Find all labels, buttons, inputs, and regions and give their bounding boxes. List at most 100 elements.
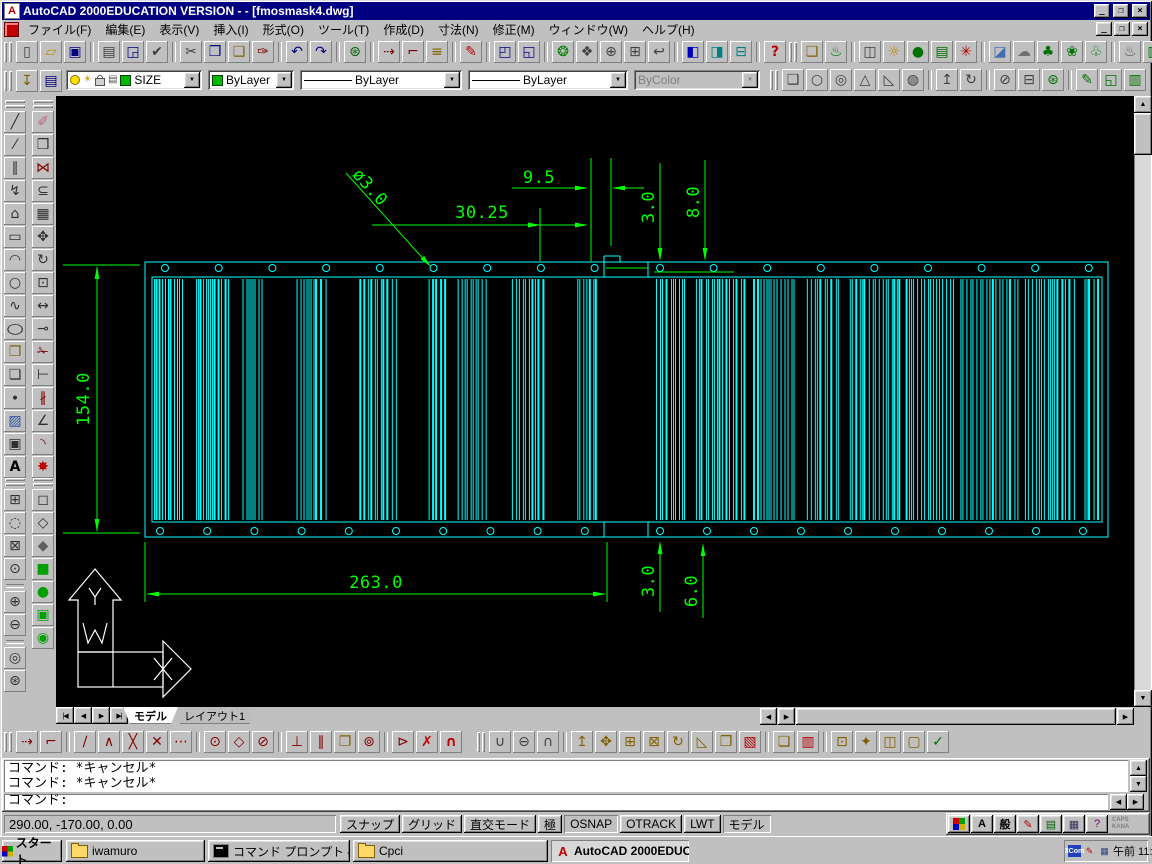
command-input[interactable]: コマンド: — [4, 794, 1108, 810]
new-button[interactable]: ▯ — [16, 41, 38, 63]
menu-item-5[interactable]: ツール(T) — [311, 20, 376, 39]
solid-wedge-button[interactable]: ◺ — [878, 69, 900, 91]
snap-midpoint-button[interactable]: ∧ — [98, 731, 120, 753]
materials-button[interactable]: ● — [907, 41, 929, 63]
landscape-edit-button[interactable]: ❀ — [1061, 41, 1083, 63]
designcenter-button[interactable]: ◧ — [682, 41, 704, 63]
3d-orbit-button[interactable]: ❂ — [552, 41, 574, 63]
flat-shaded-button[interactable]: ■ — [32, 558, 54, 580]
gouraud-shaded-button[interactable]: ● — [32, 581, 54, 603]
snap-endpoint-button[interactable]: ∕ — [74, 731, 96, 753]
clean-button[interactable]: ✦ — [855, 731, 877, 753]
lights-button[interactable]: ☼ — [883, 41, 905, 63]
snap-intersection-button[interactable]: ╳ — [122, 731, 144, 753]
hscroll-right-button[interactable]: ▶ — [1117, 708, 1134, 725]
toggle-lwt[interactable]: LWT — [684, 815, 720, 833]
zoom-previous-button[interactable]: ↩ — [648, 41, 670, 63]
solids-toolbar-grip[interactable] — [770, 70, 779, 90]
toggle-snap[interactable]: スナップ — [340, 815, 400, 833]
command-history[interactable]: コマンド: *キャンセル*コマンド: *キャンセル* — [4, 760, 1128, 792]
match-properties-button[interactable]: ✑ — [252, 41, 274, 63]
lengthen-button[interactable]: ⊸ — [32, 318, 54, 340]
make-block-button[interactable]: ❏ — [4, 364, 26, 386]
task-autocad[interactable]: AAutoCAD 2000EDUC... — [551, 840, 689, 862]
zoom-window-button[interactable]: ⊞ — [4, 489, 26, 511]
setup-profile-button[interactable]: ▥ — [1124, 69, 1146, 91]
line-button[interactable]: ╱ — [4, 111, 26, 133]
separate-button[interactable]: ◫ — [879, 731, 901, 753]
tab-layout1[interactable]: レイアウト1 — [173, 707, 256, 724]
delete-faces-button[interactable]: ⊠ — [643, 731, 665, 753]
offset-faces-button[interactable]: ⊞ — [619, 731, 641, 753]
snap-nearest-button[interactable]: ⊳ — [392, 731, 414, 753]
snap-parallel-button[interactable]: ∥ — [310, 731, 332, 753]
network-3com-icon[interactable]: 3Com — [1068, 845, 1081, 857]
background-button[interactable]: ◪ — [989, 41, 1011, 63]
zoom-toolbar-grip[interactable] — [5, 478, 25, 487]
ime-palette-button[interactable] — [948, 815, 970, 833]
spline-button[interactable]: ∿ — [4, 295, 26, 317]
arc-button[interactable]: ◠ — [4, 249, 26, 271]
print-preview-button[interactable]: ◲ — [122, 41, 144, 63]
first-tab-button[interactable]: |◀ — [56, 707, 74, 724]
snap-center-button[interactable]: ⊙ — [204, 731, 226, 753]
zoom-extents-button[interactable]: ⊛ — [4, 670, 26, 692]
prev-tab-button[interactable]: ◀ — [74, 707, 92, 724]
zoom-all-button[interactable]: ◎ — [4, 647, 26, 669]
3d-wireframe-button[interactable]: ◇ — [32, 512, 54, 534]
revolve-button[interactable]: ↻ — [960, 69, 982, 91]
text-button[interactable]: A — [4, 456, 26, 478]
insert-hyperlink-button[interactable]: ⊛ — [344, 41, 366, 63]
autocad-app-icon[interactable]: A — [4, 3, 20, 19]
snap-from-2-button[interactable]: ⌐ — [40, 731, 62, 753]
ime-input-mode-button[interactable]: A — [971, 815, 993, 833]
solid-torus-button[interactable]: ◍ — [902, 69, 924, 91]
redo-button[interactable]: ↷ — [310, 41, 332, 63]
doc-close-button[interactable]: × — [1132, 22, 1148, 36]
lineweight-control[interactable]: ByLayer ▼ — [468, 70, 628, 90]
explode-button[interactable]: ✸ — [32, 456, 54, 478]
named-views-button[interactable]: ◱ — [518, 41, 540, 63]
polygon-button[interactable]: ⌂ — [4, 203, 26, 225]
hide-button[interactable]: ❑ — [801, 41, 823, 63]
landscape-new-button[interactable]: ♣ — [1037, 41, 1059, 63]
ime-indicator-icon[interactable]: ▦ — [1098, 845, 1111, 857]
help-button[interactable]: ? — [764, 41, 786, 63]
landscape-library-button[interactable]: ♧ — [1085, 41, 1107, 63]
vertical-scrollbar[interactable]: ▲ ▼ — [1134, 96, 1152, 707]
zoom-in-button[interactable]: ⊕ — [4, 591, 26, 613]
copy-clip-button[interactable]: ❒ — [204, 41, 226, 63]
linetype-dropdown-arrow[interactable]: ▼ — [444, 72, 460, 88]
menu-item-6[interactable]: 作成(D) — [376, 20, 431, 39]
offset-button[interactable]: ⊆ — [32, 180, 54, 202]
draw-toolbar-grip[interactable] — [5, 100, 25, 109]
interfere-button[interactable]: ⊛ — [1042, 69, 1064, 91]
ellipse-button[interactable]: ○ — [4, 318, 26, 340]
setup-view-button[interactable]: ◱ — [1100, 69, 1122, 91]
ime-pen-button[interactable]: ✎ — [1017, 815, 1039, 833]
menu-item-1[interactable]: 編集(E) — [98, 20, 152, 39]
restore-button[interactable]: ❐ — [1113, 4, 1129, 18]
stretch-button[interactable]: ↔ — [32, 295, 54, 317]
command-scroll-up[interactable]: ▲ — [1130, 760, 1147, 776]
color-dropdown-arrow[interactable]: ▼ — [276, 72, 292, 88]
doc-restore-button[interactable]: ❐ — [1114, 22, 1130, 36]
imprint-button[interactable]: ⊡ — [831, 731, 853, 753]
properties-button[interactable]: ◨ — [706, 41, 728, 63]
construction-line-button[interactable]: ⁄ — [4, 134, 26, 156]
snap-perpendicular-button[interactable]: ⊥ — [286, 731, 308, 753]
distance-button[interactable]: ≡ — [426, 41, 448, 63]
next-tab-button[interactable]: ▶ — [92, 707, 110, 724]
snap-tangent-button[interactable]: ⊘ — [252, 731, 274, 753]
minimize-button[interactable]: _ — [1094, 4, 1110, 18]
mapping-button[interactable]: ✳ — [955, 41, 977, 63]
temporary-track-point-button[interactable]: ⇢ — [378, 41, 400, 63]
linetype-control[interactable]: ByLayer ▼ — [300, 70, 462, 90]
start-button[interactable]: スタート — [2, 840, 62, 862]
drawing-file-icon[interactable] — [4, 22, 19, 37]
fillet-button[interactable]: ◝ — [32, 433, 54, 455]
layer-control[interactable]: ☀ ▤ SIZE ▼ — [66, 70, 202, 90]
paste-button[interactable]: ❑ — [228, 41, 250, 63]
task-command-prompt[interactable]: コマンド プロンプト - ftp hong... — [208, 840, 350, 862]
save-button[interactable]: ▣ — [64, 41, 86, 63]
